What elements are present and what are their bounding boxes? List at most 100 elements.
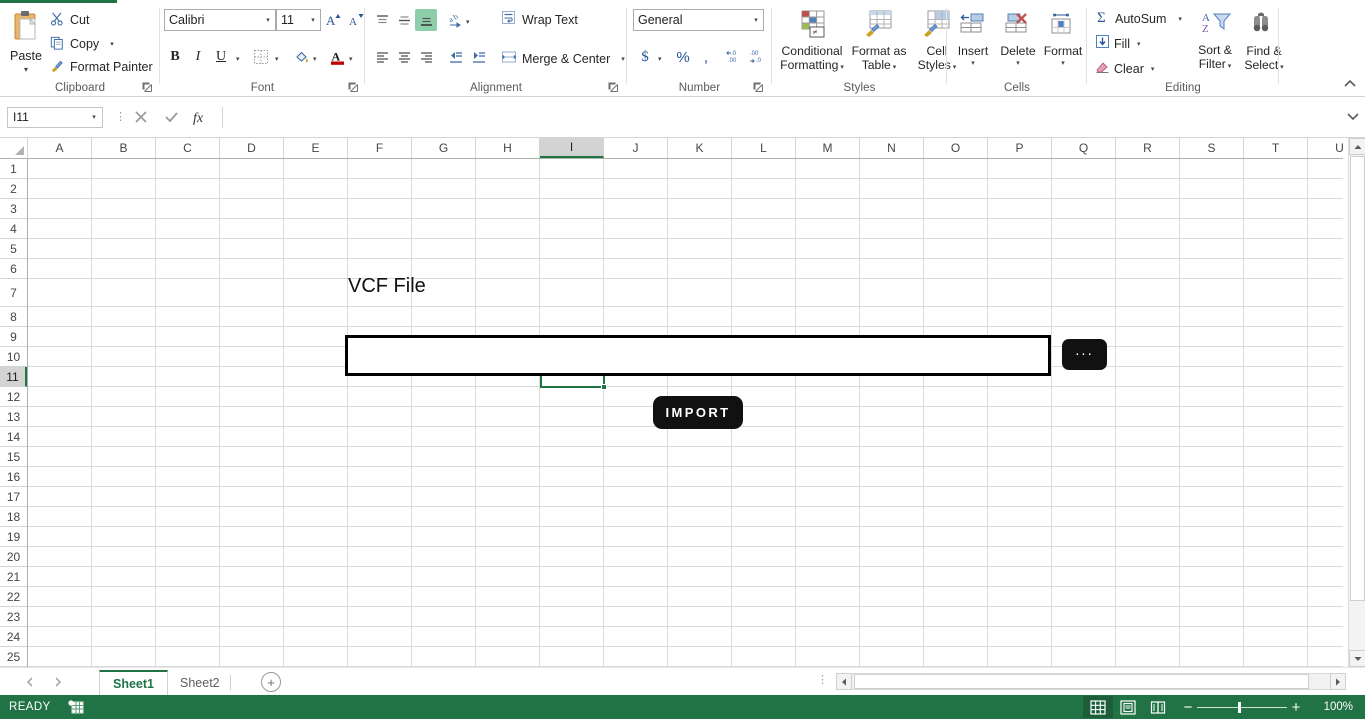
column-header-Q[interactable]: Q <box>1052 138 1116 158</box>
font-color-button[interactable]: A <box>326 46 348 68</box>
expand-formula-bar-button[interactable] <box>1341 110 1365 125</box>
underline-button[interactable]: U <box>210 46 232 68</box>
zoom-slider[interactable] <box>1197 701 1287 713</box>
align-center-button[interactable] <box>393 46 415 68</box>
row-header-18[interactable]: 18 <box>0 507 27 527</box>
copy-dropdown-caret[interactable]: ▾ <box>110 40 114 48</box>
row-header-23[interactable]: 23 <box>0 607 27 627</box>
row-header-19[interactable]: 19 <box>0 527 27 547</box>
align-right-button[interactable] <box>415 46 437 68</box>
row-header-10[interactable]: 10 <box>0 347 27 367</box>
vcf-file-path-input[interactable] <box>345 335 1051 376</box>
column-header-N[interactable]: N <box>860 138 924 158</box>
format-cells-caret[interactable]: ▾ <box>1041 59 1085 67</box>
column-header-A[interactable]: A <box>28 138 92 158</box>
row-header-2[interactable]: 2 <box>0 179 27 199</box>
column-header-C[interactable]: C <box>156 138 220 158</box>
autosum-caret[interactable]: ▾ <box>1178 15 1182 23</box>
percent-format-button[interactable]: % <box>672 46 694 68</box>
wrap-text-button[interactable]: Wrap Text <box>498 9 581 31</box>
fill-button[interactable]: Fill ▾ <box>1093 34 1142 54</box>
delete-cells-button[interactable]: Delete ▾ <box>995 8 1041 82</box>
vertical-scroll-thumb[interactable] <box>1350 156 1365 601</box>
borders-dropdown-caret[interactable]: ▾ <box>275 55 279 63</box>
accounting-dropdown-caret[interactable]: ▾ <box>658 55 662 63</box>
orientation-button[interactable]: ab <box>445 9 467 31</box>
select-all-button[interactable] <box>0 138 28 159</box>
sort-filter-button[interactable]: A Z Sort & Filter ▾ <box>1191 8 1239 82</box>
row-header-3[interactable]: 3 <box>0 199 27 219</box>
row-header-17[interactable]: 17 <box>0 487 27 507</box>
format-painter-button[interactable]: Format Painter <box>50 57 153 77</box>
conditional-formatting-button[interactable]: ≠ Conditional Formatting ▾ <box>776 8 848 82</box>
browse-file-button[interactable]: ... <box>1062 339 1107 370</box>
confirm-entry-icon[interactable] <box>156 105 186 129</box>
name-box[interactable]: I11 ▾ <box>7 106 103 128</box>
column-header-D[interactable]: D <box>220 138 284 158</box>
row-header-6[interactable]: 6 <box>0 259 27 279</box>
column-header-B[interactable]: B <box>92 138 156 158</box>
next-sheet-button[interactable] <box>48 671 68 693</box>
fill-handle[interactable] <box>601 384 607 390</box>
font-name-combo[interactable]: Calibri ▾ <box>164 9 276 31</box>
comma-format-button[interactable]: , <box>695 46 717 68</box>
align-middle-button[interactable] <box>393 9 415 31</box>
name-box-caret[interactable]: ▾ <box>86 113 102 121</box>
sheet-tab-sheet1[interactable]: Sheet1 <box>99 670 168 695</box>
find-select-caret[interactable]: ▾ <box>1278 64 1284 71</box>
add-sheet-button[interactable]: + <box>261 672 281 692</box>
paste-button[interactable]: Paste ▾ <box>6 8 46 80</box>
tab-split-grip[interactable]: ⋮ <box>817 675 828 686</box>
column-header-I[interactable]: I <box>540 138 604 158</box>
collapse-ribbon-button[interactable] <box>1343 78 1357 93</box>
row-header-11[interactable]: 11 <box>0 367 27 387</box>
merge-center-dropdown-caret[interactable]: ▾ <box>621 55 625 63</box>
italic-button[interactable]: I <box>187 46 209 68</box>
column-header-T[interactable]: T <box>1244 138 1308 158</box>
horizontal-scroll-thumb[interactable] <box>854 674 1309 689</box>
fill-caret[interactable]: ▾ <box>1137 40 1141 48</box>
font-color-dropdown-caret[interactable]: ▾ <box>349 55 353 63</box>
increase-decimal-button[interactable]: .0.00 <box>723 46 745 68</box>
align-top-button[interactable] <box>371 9 393 31</box>
row-header-9[interactable]: 9 <box>0 327 27 347</box>
clear-caret[interactable]: ▾ <box>1151 65 1155 73</box>
column-header-K[interactable]: K <box>668 138 732 158</box>
delete-cells-caret[interactable]: ▾ <box>995 59 1041 67</box>
zoom-slider-knob[interactable] <box>1238 701 1241 713</box>
accounting-format-button[interactable]: $ <box>634 46 656 68</box>
zoom-in-button[interactable]: + <box>1287 700 1305 715</box>
record-macro-icon[interactable] <box>67 699 85 715</box>
row-header-13[interactable]: 13 <box>0 407 27 427</box>
font-size-combo[interactable]: 11 ▾ <box>276 9 321 31</box>
column-header-S[interactable]: S <box>1180 138 1244 158</box>
number-format-combo[interactable]: General ▾ <box>633 9 764 31</box>
decrease-indent-button[interactable] <box>445 46 467 68</box>
row-header-1[interactable]: 1 <box>0 159 27 179</box>
merge-center-button[interactable]: Merge & Center ▾ <box>498 48 628 70</box>
insert-cells-caret[interactable]: ▾ <box>951 59 995 67</box>
column-header-P[interactable]: P <box>988 138 1052 158</box>
row-header-25[interactable]: 25 <box>0 647 27 667</box>
row-header-12[interactable]: 12 <box>0 387 27 407</box>
column-header-L[interactable]: L <box>732 138 796 158</box>
clear-button[interactable]: Clear ▾ <box>1093 59 1156 79</box>
copy-button[interactable]: Copy ▾ <box>50 34 114 54</box>
column-header-R[interactable]: R <box>1116 138 1180 158</box>
row-header-16[interactable]: 16 <box>0 467 27 487</box>
vertical-scrollbar[interactable] <box>1348 138 1365 667</box>
column-header-E[interactable]: E <box>284 138 348 158</box>
borders-button[interactable] <box>250 46 272 68</box>
font-name-caret[interactable]: ▾ <box>261 16 275 24</box>
scroll-up-button[interactable] <box>1349 138 1365 155</box>
cut-button[interactable]: Cut <box>50 10 89 30</box>
column-header-J[interactable]: J <box>604 138 668 158</box>
import-button[interactable]: IMPORT <box>653 396 743 429</box>
scroll-right-button[interactable] <box>1330 673 1346 690</box>
fill-color-button[interactable] <box>290 46 312 68</box>
row-header-14[interactable]: 14 <box>0 427 27 447</box>
increase-indent-button[interactable] <box>468 46 490 68</box>
column-header-O[interactable]: O <box>924 138 988 158</box>
underline-dropdown-caret[interactable]: ▾ <box>236 55 240 63</box>
clipboard-dialog-launcher[interactable] <box>142 82 153 93</box>
